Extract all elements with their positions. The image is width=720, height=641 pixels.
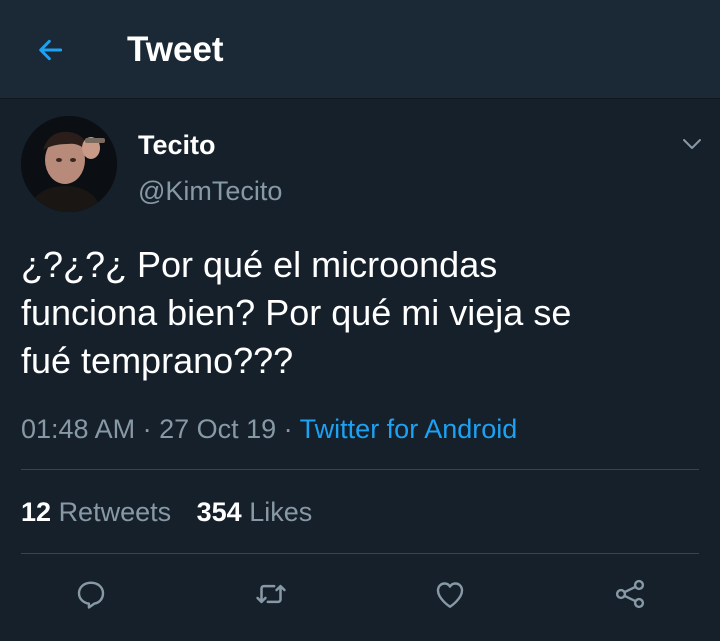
avatar-photo [21,116,117,212]
retweet-icon [256,584,286,604]
back-button[interactable] [30,30,70,70]
share-button[interactable] [606,570,654,618]
chevron-down-icon [683,139,701,149]
likes-label: Likes [249,497,313,527]
tweet-metadata: 01:48 AM · 27 Oct 19 · Twitter for Andro… [21,411,517,447]
engagement-stats: 12 Retweets 354 Likes [21,494,330,530]
page-title: Tweet [127,30,224,69]
retweet-button[interactable] [247,570,295,618]
retweets-label: Retweets [58,497,172,527]
heart-icon [436,582,464,608]
tweet-date: 27 Oct 19 [159,414,277,444]
like-button[interactable] [426,570,474,618]
display-name[interactable]: Tecito [138,127,216,163]
action-bar [0,570,720,618]
likes-stat[interactable]: 354 Likes [197,494,313,530]
reply-button[interactable] [67,570,115,618]
more-options-button[interactable] [672,126,712,162]
reply-icon [77,581,105,609]
tweet-time: 01:48 AM [21,414,136,444]
avatar[interactable] [21,116,117,212]
tweet-text-line: fué temprano??? [21,340,294,381]
share-icon [615,579,645,609]
meta-separator: · [135,414,160,444]
tweet-source-link[interactable]: Twitter for Android [300,414,518,444]
tweet-text: ¿?¿?¿ Por qué el microondas funciona bie… [21,241,701,385]
meta-separator: · [276,414,300,444]
divider [21,553,699,554]
likes-count: 354 [196,497,242,527]
tweet-text-line: ¿?¿?¿ Por qué el microondas [21,244,498,285]
divider [21,469,699,470]
retweets-stat[interactable]: 12 Retweets [21,494,171,530]
user-handle[interactable]: @KimTecito [138,173,282,209]
tweet-text-line: funciona bien? Por qué mi vieja se [21,292,572,333]
top-app-bar: Tweet [0,0,720,99]
retweets-count: 12 [21,497,52,527]
arrow-left-icon [39,39,63,61]
